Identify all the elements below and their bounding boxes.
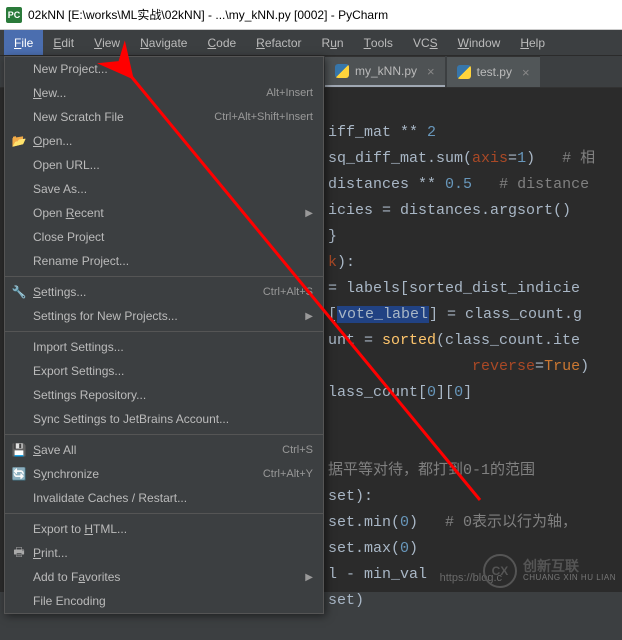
menu-separator bbox=[5, 276, 323, 277]
menu-item-label: Save As... bbox=[33, 182, 313, 196]
menu-item-close-project[interactable]: Close Project bbox=[5, 225, 323, 249]
menu-item-new-project[interactable]: New Project... bbox=[5, 57, 323, 81]
app-icon: PC bbox=[6, 7, 22, 23]
menu-item-export-to-html[interactable]: Export to HTML... bbox=[5, 517, 323, 541]
menu-item-invalidate-caches-restart[interactable]: Invalidate Caches / Restart... bbox=[5, 486, 323, 510]
menu-item-label: Settings... bbox=[33, 285, 263, 299]
window-title: 02kNN [E:\works\ML实战\02kNN] - ...\my_kNN… bbox=[28, 6, 388, 23]
menubar-item-refactor[interactable]: Refactor bbox=[246, 30, 311, 55]
menu-item-shortcut: Ctrl+Alt+Shift+Insert bbox=[214, 111, 313, 123]
menu-item-shortcut: Ctrl+Alt+Y bbox=[263, 468, 313, 480]
menubar-item-vcs[interactable]: VCS bbox=[403, 30, 448, 55]
editor-tab[interactable]: my_kNN.py × bbox=[325, 56, 445, 87]
menu-item-label: Rename Project... bbox=[33, 254, 313, 268]
menu-separator bbox=[5, 434, 323, 435]
menu-item-import-settings[interactable]: Import Settings... bbox=[5, 335, 323, 359]
menubar-item-code[interactable]: Code bbox=[197, 30, 246, 55]
watermark-cn: 创新互联 bbox=[523, 559, 616, 574]
save-icon: 💾 bbox=[11, 442, 27, 458]
menu-item-label: Import Settings... bbox=[33, 340, 313, 354]
editor-tab[interactable]: test.py × bbox=[447, 56, 540, 87]
close-icon[interactable]: × bbox=[522, 65, 530, 80]
menu-item-label: Open Recent bbox=[33, 206, 299, 220]
menu-item-label: Save All bbox=[33, 443, 282, 457]
watermark: CX 创新互联 CHUANG XIN HU LIAN bbox=[483, 554, 616, 588]
menu-item-shortcut: Ctrl+S bbox=[282, 444, 313, 456]
menu-item-add-to-favorites[interactable]: Add to Favorites ▶ bbox=[5, 565, 323, 589]
menu-item-label: Invalidate Caches / Restart... bbox=[33, 491, 313, 505]
menu-item-save-as[interactable]: Save As... bbox=[5, 177, 323, 201]
menu-separator bbox=[5, 331, 323, 332]
menu-item-label: Open... bbox=[33, 134, 313, 148]
menu-item-settings-for-new-projects[interactable]: Settings for New Projects... ▶ bbox=[5, 304, 323, 328]
menu-item-shortcut: Ctrl+Alt+S bbox=[263, 286, 313, 298]
menubar-item-run[interactable]: Run bbox=[312, 30, 354, 55]
menu-item-label: Settings Repository... bbox=[33, 388, 313, 402]
menubar-item-navigate[interactable]: Navigate bbox=[130, 30, 197, 55]
menubar-item-file[interactable]: File bbox=[4, 30, 43, 55]
chevron-right-icon: ▶ bbox=[305, 208, 313, 219]
close-icon[interactable]: × bbox=[427, 64, 435, 79]
chevron-right-icon: ▶ bbox=[305, 311, 313, 322]
menu-item-label: New... bbox=[33, 86, 266, 100]
menu-item-open-recent[interactable]: Open Recent ▶ bbox=[5, 201, 323, 225]
menu-item-new[interactable]: New...Alt+Insert bbox=[5, 81, 323, 105]
menubar-item-window[interactable]: Window bbox=[448, 30, 511, 55]
menu-separator bbox=[5, 513, 323, 514]
menu-item-settings[interactable]: 🔧 Settings...Ctrl+Alt+S bbox=[5, 280, 323, 304]
menu-item-label: File Encoding bbox=[33, 594, 313, 608]
print-icon: 🖶 bbox=[11, 545, 27, 561]
menu-item-open[interactable]: 📂 Open... bbox=[5, 129, 323, 153]
menu-item-rename-project[interactable]: Rename Project... bbox=[5, 249, 323, 273]
menubar-item-tools[interactable]: Tools bbox=[354, 30, 403, 55]
menu-item-label: Settings for New Projects... bbox=[33, 309, 299, 323]
menubar-item-view[interactable]: View bbox=[84, 30, 130, 55]
file-menu-dropdown: New Project...New...Alt+InsertNew Scratc… bbox=[4, 56, 324, 614]
watermark-logo-icon: CX bbox=[483, 554, 517, 588]
menu-item-label: Add to Favorites bbox=[33, 570, 299, 584]
folder-open-icon: 📂 bbox=[11, 133, 27, 149]
tab-label: my_kNN.py bbox=[355, 64, 417, 78]
python-file-icon bbox=[457, 65, 471, 79]
menu-item-export-settings[interactable]: Export Settings... bbox=[5, 359, 323, 383]
menu-item-shortcut: Alt+Insert bbox=[266, 87, 313, 99]
sync-icon: 🔄 bbox=[11, 466, 27, 482]
menu-item-print[interactable]: 🖶 Print... bbox=[5, 541, 323, 565]
menu-item-file-encoding[interactable]: File Encoding bbox=[5, 589, 323, 613]
menu-item-label: Synchronize bbox=[33, 467, 263, 481]
menu-item-settings-repository[interactable]: Settings Repository... bbox=[5, 383, 323, 407]
menu-item-label: Export to HTML... bbox=[33, 522, 313, 536]
wrench-icon: 🔧 bbox=[11, 284, 27, 300]
menu-item-label: Export Settings... bbox=[33, 364, 313, 378]
window-titlebar: PC 02kNN [E:\works\ML实战\02kNN] - ...\my_… bbox=[0, 0, 622, 30]
menu-item-label: Open URL... bbox=[33, 158, 313, 172]
menu-item-synchronize[interactable]: 🔄 SynchronizeCtrl+Alt+Y bbox=[5, 462, 323, 486]
menu-item-open-url[interactable]: Open URL... bbox=[5, 153, 323, 177]
menu-item-save-all[interactable]: 💾 Save AllCtrl+S bbox=[5, 438, 323, 462]
tab-label: test.py bbox=[477, 65, 512, 79]
menubar-item-help[interactable]: Help bbox=[510, 30, 555, 55]
menu-item-sync-settings-to-jetbrains-account[interactable]: Sync Settings to JetBrains Account... bbox=[5, 407, 323, 431]
menu-item-label: Close Project bbox=[33, 230, 313, 244]
menubar: FileEditViewNavigateCodeRefactorRunTools… bbox=[0, 30, 622, 56]
python-file-icon bbox=[335, 64, 349, 78]
menu-item-label: Sync Settings to JetBrains Account... bbox=[33, 412, 313, 426]
menu-item-label: New Scratch File bbox=[33, 110, 214, 124]
chevron-right-icon: ▶ bbox=[305, 572, 313, 583]
menu-item-label: Print... bbox=[33, 546, 313, 560]
menu-item-label: New Project... bbox=[33, 62, 313, 76]
watermark-en: CHUANG XIN HU LIAN bbox=[523, 574, 616, 583]
menu-item-new-scratch-file[interactable]: New Scratch FileCtrl+Alt+Shift+Insert bbox=[5, 105, 323, 129]
menubar-item-edit[interactable]: Edit bbox=[43, 30, 84, 55]
